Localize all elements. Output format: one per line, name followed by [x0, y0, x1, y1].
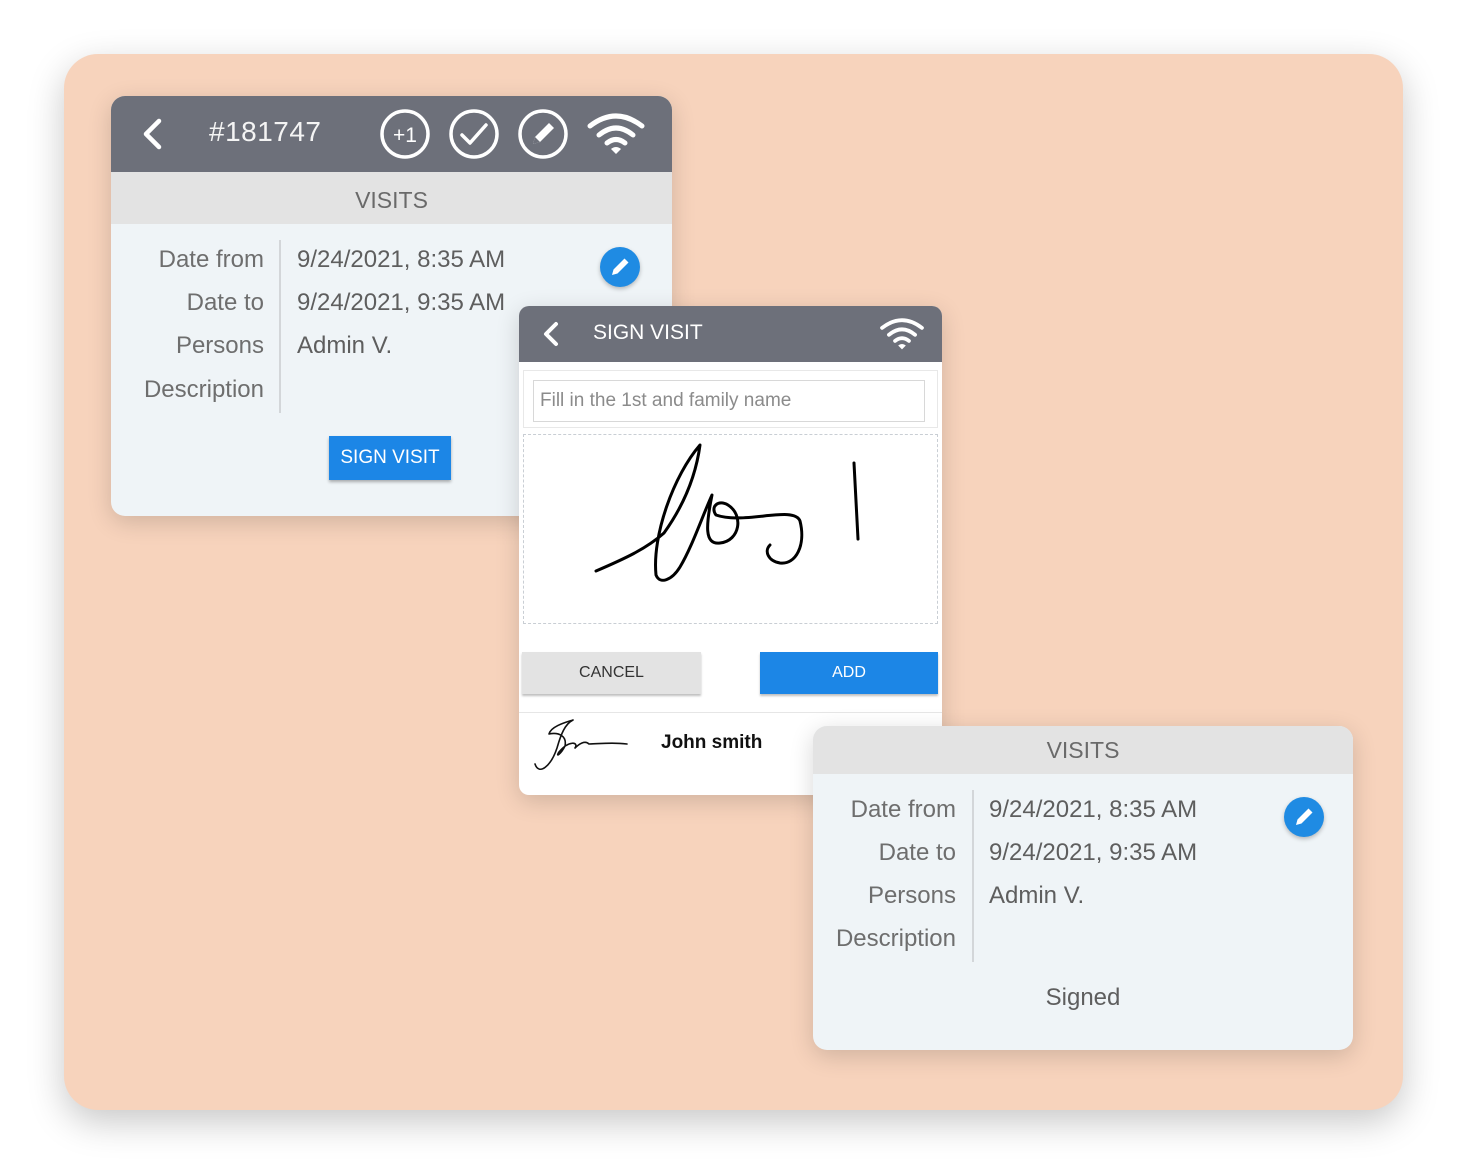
plus-one-icon[interactable]: +1 — [379, 108, 431, 165]
field-label-persons: Persons — [867, 882, 956, 909]
plus-one-label: +1 — [393, 124, 417, 147]
sign-dialog-toolbar: SIGN VISIT — [519, 306, 942, 362]
edit-circle-icon[interactable] — [517, 108, 569, 165]
back-chevron-icon[interactable] — [139, 118, 165, 155]
drawn-signature — [594, 443, 860, 582]
field-value-date-to: 9/24/2021, 9:35 AM — [297, 289, 506, 316]
cancel-button[interactable]: CANCEL — [522, 652, 701, 694]
pencil-icon — [1296, 808, 1313, 825]
field-label-date-to: Date to — [186, 289, 264, 316]
pencil-icon — [612, 258, 629, 275]
ticket-number: #181747 — [209, 116, 322, 147]
visit-toolbar: #181747 +1 — [111, 96, 672, 172]
sign-visit-dialog: SIGN VISIT Fill in the 1st and family na… — [519, 306, 942, 795]
saved-signer-name: John smith — [661, 732, 763, 753]
sign-dialog-title: SIGN VISIT — [593, 321, 703, 344]
field-value-date-from: 9/24/2021, 8:35 AM — [297, 246, 506, 273]
visit-fields: Date from Date to Persons Description 9/… — [813, 774, 1353, 974]
field-divider — [972, 790, 974, 962]
row-divider — [519, 712, 942, 713]
field-divider — [279, 240, 281, 413]
saved-signature-thumbnail[interactable] — [529, 714, 633, 779]
back-chevron-icon[interactable] — [541, 321, 561, 352]
signed-status: Signed — [1045, 984, 1121, 1011]
field-value-persons: Admin V. — [297, 332, 393, 359]
wifi-icon — [586, 112, 646, 161]
visits-section-header: VISITS — [111, 172, 672, 224]
check-circle-icon[interactable] — [448, 108, 500, 165]
visits-section-header: VISITS — [813, 726, 1353, 774]
signed-visit-card: VISITS Date from Date to Persons Descrip… — [813, 726, 1353, 1050]
signature-pad[interactable] — [523, 434, 938, 624]
field-label-description: Description — [835, 925, 956, 952]
field-value-date-to: 9/24/2021, 9:35 AM — [989, 839, 1198, 866]
field-label-date-from: Date from — [158, 246, 264, 273]
wifi-icon — [879, 317, 925, 356]
field-label-date-to: Date to — [878, 839, 956, 866]
signer-name-input[interactable]: Fill in the 1st and family name — [533, 380, 925, 422]
sign-visit-button[interactable]: SIGN VISIT — [329, 436, 451, 480]
field-label-persons: Persons — [175, 332, 264, 359]
field-label-date-from: Date from — [850, 796, 956, 823]
field-value-date-from: 9/24/2021, 8:35 AM — [989, 796, 1198, 823]
field-label-description: Description — [143, 376, 264, 403]
add-button[interactable]: ADD — [760, 652, 938, 694]
edit-visit-button[interactable] — [1284, 797, 1324, 837]
field-value-persons: Admin V. — [989, 882, 1085, 909]
edit-visit-button[interactable] — [600, 247, 640, 287]
